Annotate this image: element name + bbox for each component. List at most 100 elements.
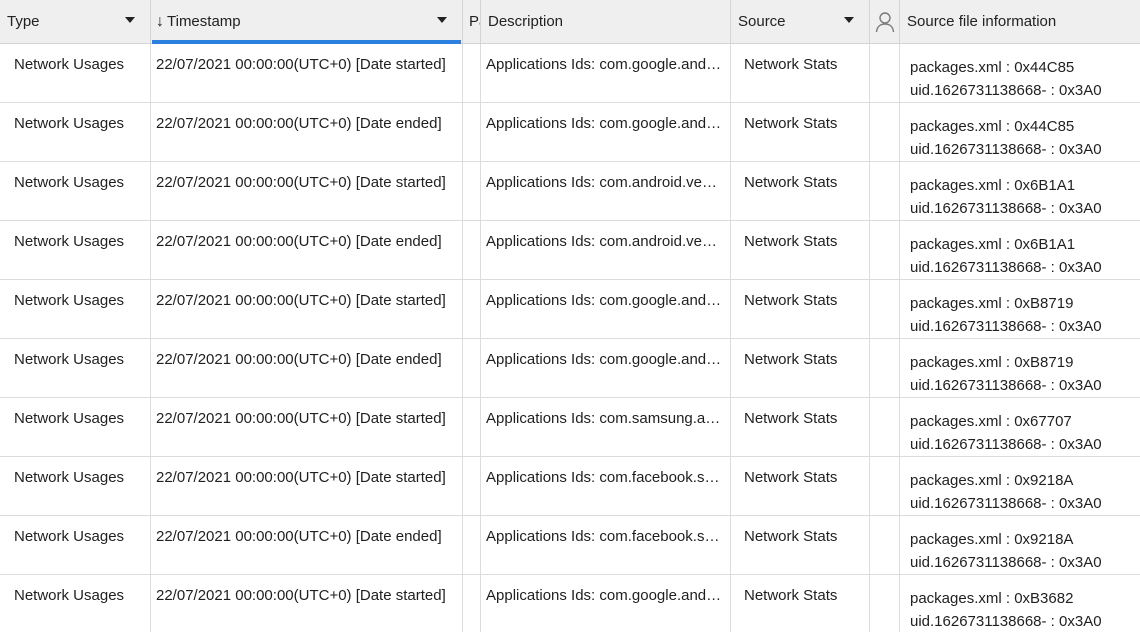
grid-rows: Network Usages 22/07/2021 00:00:00(UTC+0)… xyxy=(0,44,1140,632)
cell-source: Network Stats xyxy=(731,280,870,338)
column-header-description[interactable]: Description xyxy=(481,0,731,43)
cell-source: Network Stats xyxy=(731,575,870,632)
cell-partial xyxy=(463,221,481,279)
cell-type: Network Usages xyxy=(0,103,151,161)
table-row[interactable]: Network Usages 22/07/2021 00:00:00(UTC+0)… xyxy=(0,44,1140,103)
column-header-timestamp[interactable]: ↓ Timestamp xyxy=(151,0,463,43)
cell-description: Applications Ids: com.facebook.ser... xyxy=(481,516,731,574)
source-file-line-2: uid.1626731138668- : 0x3A0 xyxy=(910,200,1102,217)
cell-description: Applications Ids: com.google.andr... xyxy=(481,44,731,102)
cell-partial xyxy=(463,162,481,220)
table-row[interactable]: Network Usages 22/07/2021 00:00:00(UTC+0)… xyxy=(0,221,1140,280)
cell-source: Network Stats xyxy=(731,339,870,397)
cell-type: Network Usages xyxy=(0,575,151,632)
cell-partial xyxy=(463,339,481,397)
column-header-description-label: Description xyxy=(488,13,564,30)
table-row[interactable]: Network Usages 22/07/2021 00:00:00(UTC+0)… xyxy=(0,339,1140,398)
column-header-source[interactable]: Source xyxy=(731,0,870,43)
cell-user xyxy=(870,44,900,102)
column-header-source-file-information[interactable]: Source file information xyxy=(900,0,1140,43)
cell-timestamp: 22/07/2021 00:00:00(UTC+0) [Date ended] xyxy=(151,516,463,574)
cell-description: Applications Ids: com.google.andr... xyxy=(481,575,731,632)
cell-source-file-information: packages.xml : 0x44C85 uid.1626731138668-… xyxy=(900,44,1140,102)
table-row[interactable]: Network Usages 22/07/2021 00:00:00(UTC+0)… xyxy=(0,516,1140,575)
cell-description: Applications Ids: com.samsung.an... xyxy=(481,398,731,456)
table-row[interactable]: Network Usages 22/07/2021 00:00:00(UTC+0)… xyxy=(0,162,1140,221)
user-icon xyxy=(875,11,894,32)
source-file-line-2: uid.1626731138668- : 0x3A0 xyxy=(910,613,1102,630)
source-file-line-2: uid.1626731138668- : 0x3A0 xyxy=(910,82,1102,99)
cell-partial xyxy=(463,575,481,632)
cell-source: Network Stats xyxy=(731,44,870,102)
source-file-line-1: packages.xml : 0x67707 xyxy=(910,413,1072,430)
column-header-user[interactable] xyxy=(870,0,900,43)
cell-source: Network Stats xyxy=(731,516,870,574)
sort-descending-icon: ↓ xyxy=(156,12,164,30)
cell-description: Applications Ids: com.android.ven... xyxy=(481,221,731,279)
cell-timestamp: 22/07/2021 00:00:00(UTC+0) [Date ended] xyxy=(151,103,463,161)
source-file-line-2: uid.1626731138668- : 0x3A0 xyxy=(910,436,1102,453)
cell-description: Applications Ids: com.google.andr... xyxy=(481,280,731,338)
column-header-source-file-information-label: Source file information xyxy=(907,13,1057,30)
cell-partial xyxy=(463,44,481,102)
source-file-line-1: packages.xml : 0xB3682 xyxy=(910,590,1074,607)
cell-description: Applications Ids: com.google.andr... xyxy=(481,103,731,161)
source-file-line-2: uid.1626731138668- : 0x3A0 xyxy=(910,318,1102,335)
cell-user xyxy=(870,457,900,515)
cell-partial xyxy=(463,103,481,161)
table-row[interactable]: Network Usages 22/07/2021 00:00:00(UTC+0)… xyxy=(0,280,1140,339)
cell-partial xyxy=(463,398,481,456)
cell-source-file-information: packages.xml : 0x67707 uid.1626731138668-… xyxy=(900,398,1140,456)
cell-timestamp: 22/07/2021 00:00:00(UTC+0) [Date ended] xyxy=(151,221,463,279)
table-row[interactable]: Network Usages 22/07/2021 00:00:00(UTC+0)… xyxy=(0,103,1140,162)
cell-timestamp: 22/07/2021 00:00:00(UTC+0) [Date started… xyxy=(151,575,463,632)
table-row[interactable]: Network Usages 22/07/2021 00:00:00(UTC+0)… xyxy=(0,575,1140,632)
source-file-line-2: uid.1626731138668- : 0x3A0 xyxy=(910,141,1102,158)
cell-source-file-information: packages.xml : 0xB8719 uid.1626731138668-… xyxy=(900,339,1140,397)
table-row[interactable]: Network Usages 22/07/2021 00:00:00(UTC+0)… xyxy=(0,457,1140,516)
cell-timestamp: 22/07/2021 00:00:00(UTC+0) [Date started… xyxy=(151,457,463,515)
cell-user xyxy=(870,575,900,632)
column-header-type[interactable]: Type xyxy=(0,0,151,43)
cell-source-file-information: packages.xml : 0x6B1A1 uid.1626731138668-… xyxy=(900,221,1140,279)
cell-timestamp: 22/07/2021 00:00:00(UTC+0) [Date ended] xyxy=(151,339,463,397)
cell-partial xyxy=(463,516,481,574)
cell-source-file-information: packages.xml : 0x44C85 uid.1626731138668-… xyxy=(900,103,1140,161)
column-header-partial-label: Pa xyxy=(469,13,480,30)
cell-source-file-information: packages.xml : 0xB3682 uid.1626731138668-… xyxy=(900,575,1140,632)
cell-source: Network Stats xyxy=(731,457,870,515)
source-file-line-2: uid.1626731138668- : 0x3A0 xyxy=(910,554,1102,571)
cell-type: Network Usages xyxy=(0,221,151,279)
cell-user xyxy=(870,162,900,220)
cell-source-file-information: packages.xml : 0x9218A uid.1626731138668-… xyxy=(900,457,1140,515)
cell-type: Network Usages xyxy=(0,516,151,574)
column-header-type-label: Type xyxy=(7,13,40,30)
chevron-down-icon[interactable] xyxy=(125,17,135,23)
source-file-line-1: packages.xml : 0xB8719 xyxy=(910,295,1074,312)
table-row[interactable]: Network Usages 22/07/2021 00:00:00(UTC+0)… xyxy=(0,398,1140,457)
cell-type: Network Usages xyxy=(0,398,151,456)
source-file-line-1: packages.xml : 0x9218A xyxy=(910,531,1074,548)
cell-user xyxy=(870,339,900,397)
cell-partial xyxy=(463,457,481,515)
cell-timestamp: 22/07/2021 00:00:00(UTC+0) [Date started… xyxy=(151,280,463,338)
cell-source-file-information: packages.xml : 0x9218A uid.1626731138668-… xyxy=(900,516,1140,574)
cell-description: Applications Ids: com.android.ven... xyxy=(481,162,731,220)
cell-source: Network Stats xyxy=(731,103,870,161)
chevron-down-icon[interactable] xyxy=(437,17,447,23)
cell-source: Network Stats xyxy=(731,221,870,279)
cell-timestamp: 22/07/2021 00:00:00(UTC+0) [Date started… xyxy=(151,398,463,456)
cell-user xyxy=(870,516,900,574)
source-file-line-2: uid.1626731138668- : 0x3A0 xyxy=(910,377,1102,394)
source-file-line-1: packages.xml : 0x44C85 xyxy=(910,118,1075,135)
cell-timestamp: 22/07/2021 00:00:00(UTC+0) [Date started… xyxy=(151,44,463,102)
column-header-partial[interactable]: Pa xyxy=(463,0,481,43)
chevron-down-icon[interactable] xyxy=(844,17,854,23)
cell-type: Network Usages xyxy=(0,44,151,102)
cell-user xyxy=(870,103,900,161)
cell-description: Applications Ids: com.google.andr... xyxy=(481,339,731,397)
cell-type: Network Usages xyxy=(0,280,151,338)
source-file-line-1: packages.xml : 0x6B1A1 xyxy=(910,236,1076,253)
cell-partial xyxy=(463,280,481,338)
results-grid: Type ↓ Timestamp Pa Description Source S… xyxy=(0,0,1140,632)
